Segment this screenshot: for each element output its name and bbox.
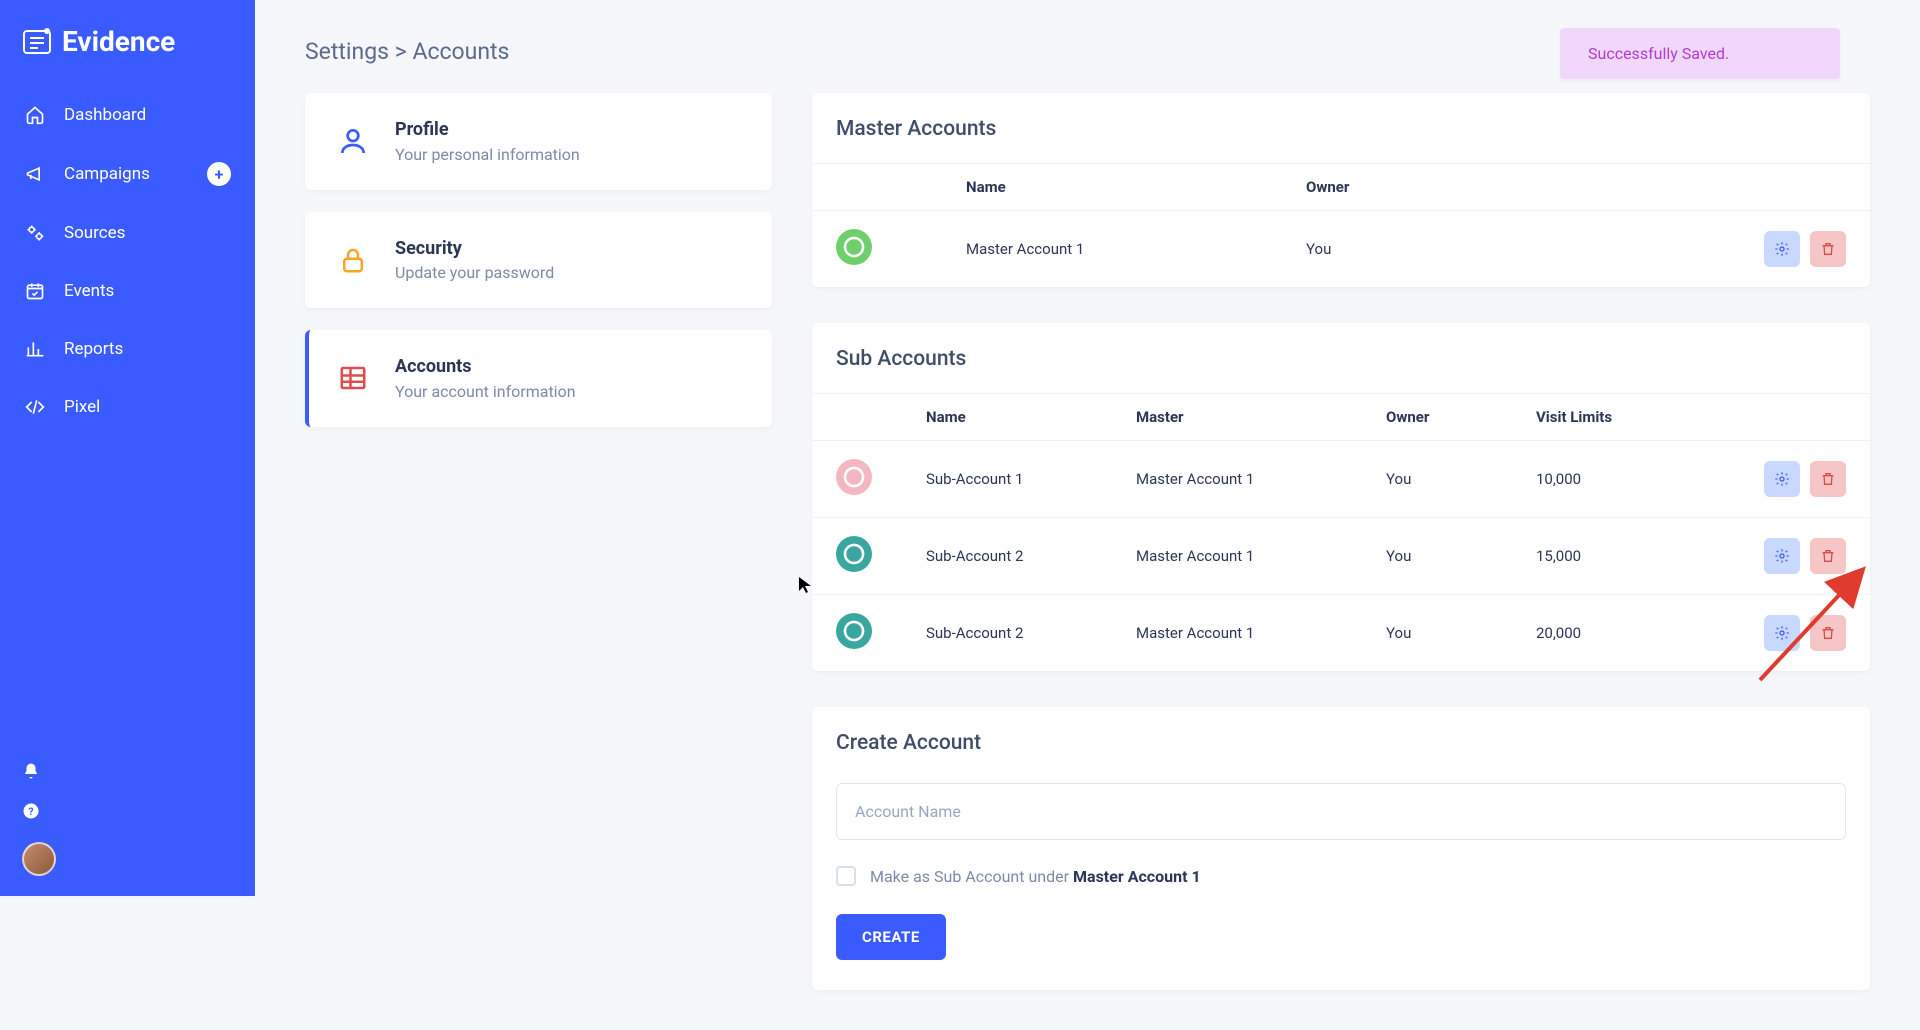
delete-button[interactable] — [1810, 538, 1846, 574]
create-account-panel: Create Account Make as Sub Account under… — [812, 707, 1870, 990]
table-row: Sub-Account 2 Master Account 1 You 15,00… — [812, 518, 1870, 595]
breadcrumb-separator: > — [395, 38, 407, 65]
delete-button[interactable] — [1810, 461, 1846, 497]
brand-name: Evidence — [62, 25, 175, 58]
sidebar: Evidence Dashboard Campaigns + Sources E… — [0, 0, 255, 896]
cell-limits: 15,000 — [1536, 547, 1726, 565]
bar-chart-icon — [24, 338, 46, 360]
sub-accounts-panel: Sub Accounts Name Master Owner Visit Lim… — [812, 323, 1870, 671]
account-name-input[interactable] — [836, 783, 1846, 840]
delete-button[interactable] — [1810, 615, 1846, 651]
cell-name: Sub-Account 2 — [926, 624, 1136, 642]
col-limits: Visit Limits — [1536, 408, 1726, 426]
calendar-check-icon — [24, 280, 46, 302]
cell-name: Sub-Account 2 — [926, 547, 1136, 565]
sidebar-item-sources[interactable]: Sources — [0, 206, 255, 260]
tab-profile[interactable]: Profile Your personal information — [305, 93, 772, 190]
brand[interactable]: Evidence — [0, 0, 255, 88]
settings-tabs: Profile Your personal information Securi… — [305, 93, 772, 427]
add-campaign-icon[interactable]: + — [207, 162, 231, 186]
account-avatar-icon — [836, 613, 872, 649]
cell-owner: You — [1306, 240, 1726, 258]
sidebar-item-label: Dashboard — [64, 105, 146, 125]
account-avatar-icon — [836, 536, 872, 572]
tab-subtitle: Your account information — [395, 382, 576, 401]
cell-name: Sub-Account 1 — [926, 470, 1136, 488]
table-row: Sub-Account 2 Master Account 1 You 20,00… — [812, 595, 1870, 671]
sub-account-checkbox-row: Make as Sub Account under Master Account… — [836, 866, 1846, 886]
sub-table-header: Name Master Owner Visit Limits — [812, 393, 1870, 441]
settings-button[interactable] — [1764, 538, 1800, 574]
sidebar-footer: ? — [0, 752, 255, 896]
home-icon — [24, 104, 46, 126]
sidebar-item-label: Sources — [64, 223, 125, 243]
col-master: Master — [1136, 408, 1386, 426]
tab-title: Security — [395, 238, 554, 260]
help-icon[interactable]: ? — [22, 802, 40, 824]
avatar[interactable] — [22, 842, 56, 876]
breadcrumb-parent[interactable]: Settings — [305, 38, 389, 65]
tab-security[interactable]: Security Update your password — [305, 212, 772, 309]
sub-account-checkbox[interactable] — [836, 866, 856, 886]
cell-name: Master Account 1 — [966, 240, 1306, 258]
settings-button[interactable] — [1764, 461, 1800, 497]
cell-owner: You — [1386, 624, 1536, 642]
panel-title: Master Accounts — [812, 93, 1870, 163]
create-button[interactable]: CREATE — [836, 914, 946, 960]
col-name: Name — [966, 178, 1306, 196]
cell-master: Master Account 1 — [1136, 547, 1386, 565]
cell-master: Master Account 1 — [1136, 624, 1386, 642]
delete-button[interactable] — [1810, 231, 1846, 267]
sidebar-item-pixel[interactable]: Pixel — [0, 380, 255, 434]
tab-subtitle: Update your password — [395, 263, 554, 282]
col-owner: Owner — [1306, 178, 1726, 196]
account-avatar-icon — [836, 459, 872, 495]
tab-title: Profile — [395, 119, 580, 141]
tab-subtitle: Your personal information — [395, 145, 580, 164]
cell-owner: You — [1386, 547, 1536, 565]
notifications-icon[interactable] — [22, 762, 40, 784]
table-row: Master Account 1 You — [812, 211, 1870, 287]
table-row: Sub-Account 1 Master Account 1 You 10,00… — [812, 441, 1870, 518]
master-table-header: Name Owner — [812, 163, 1870, 211]
sidebar-item-label: Reports — [64, 339, 123, 359]
svg-text:?: ? — [28, 805, 33, 818]
checkbox-label: Make as Sub Account under Master Account… — [870, 867, 1201, 886]
col-owner: Owner — [1386, 408, 1536, 426]
nav: Dashboard Campaigns + Sources Events Rep… — [0, 88, 255, 434]
sidebar-item-reports[interactable]: Reports — [0, 322, 255, 376]
cell-owner: You — [1386, 470, 1536, 488]
settings-button[interactable] — [1764, 231, 1800, 267]
cell-limits: 10,000 — [1536, 470, 1726, 488]
account-avatar-icon — [836, 229, 872, 265]
sidebar-item-label: Pixel — [64, 397, 100, 417]
table-grid-icon — [333, 358, 373, 398]
cell-limits: 20,000 — [1536, 624, 1726, 642]
sidebar-item-label: Events — [64, 281, 114, 301]
sidebar-item-dashboard[interactable]: Dashboard — [0, 88, 255, 142]
tab-title: Accounts — [395, 356, 576, 378]
sidebar-item-label: Campaigns — [64, 164, 150, 184]
code-icon — [24, 396, 46, 418]
megaphone-icon — [24, 163, 46, 185]
tab-accounts[interactable]: Accounts Your account information — [305, 330, 772, 427]
user-icon — [333, 121, 373, 161]
col-name: Name — [926, 408, 1136, 426]
sidebar-item-campaigns[interactable]: Campaigns + — [0, 146, 255, 202]
cell-master: Master Account 1 — [1136, 470, 1386, 488]
breadcrumb-current: Accounts — [412, 38, 509, 65]
panel-title: Create Account — [812, 707, 1870, 777]
settings-button[interactable] — [1764, 615, 1800, 651]
brand-logo-icon — [22, 27, 52, 57]
panel-title: Sub Accounts — [812, 323, 1870, 393]
main: Settings > Accounts Profile Your persona… — [255, 0, 1920, 1030]
master-accounts-panel: Master Accounts Name Owner Master Accoun… — [812, 93, 1870, 287]
lock-icon — [333, 240, 373, 280]
gears-icon — [24, 222, 46, 244]
toast-success: Successfully Saved. — [1560, 28, 1840, 79]
sidebar-item-events[interactable]: Events — [0, 264, 255, 318]
